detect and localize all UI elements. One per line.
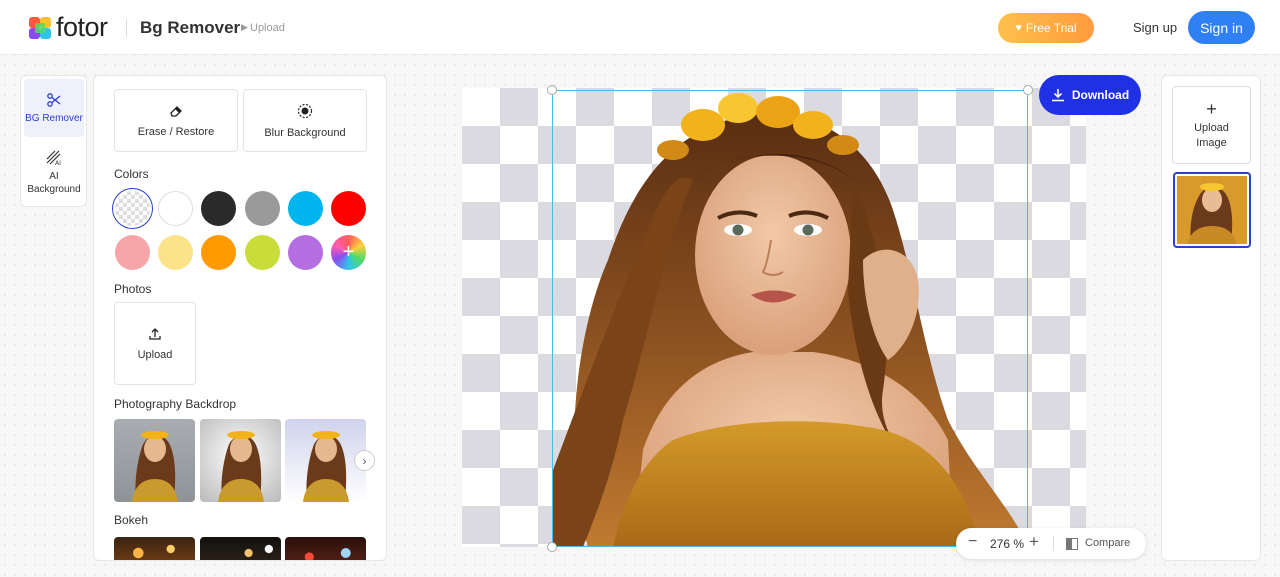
- bokeh-thumbnail[interactable]: [114, 537, 195, 560]
- resize-handle-top-right[interactable]: [1023, 85, 1033, 95]
- compare-icon: [1066, 538, 1078, 550]
- top-header: fotor Bg Remover ▶ Upload ♥ Free Trial S…: [0, 0, 1280, 55]
- free-trial-button[interactable]: ♥ Free Trial: [998, 13, 1094, 43]
- photos-heading: Photos: [114, 282, 152, 296]
- rail-item-bg-remover[interactable]: BG Remover: [24, 79, 84, 137]
- free-trial-label: Free Trial: [1025, 21, 1077, 35]
- selection-frame[interactable]: [552, 90, 1028, 547]
- color-swatch-white[interactable]: [158, 191, 193, 226]
- scissors-icon: [47, 92, 61, 107]
- download-icon: [1051, 89, 1064, 102]
- sign-in-button[interactable]: Sign in: [1188, 11, 1255, 44]
- breadcrumb[interactable]: Upload: [250, 22, 285, 34]
- header-divider: [126, 19, 127, 37]
- backdrop-portrait-image: [132, 431, 178, 502]
- bokeh-thumbnail[interactable]: [285, 537, 366, 560]
- download-label: Download: [1071, 88, 1130, 102]
- bokeh-thumbnail[interactable]: [200, 537, 281, 560]
- zoom-divider: [1053, 536, 1054, 551]
- backdrop-thumbnail[interactable]: [200, 419, 281, 502]
- compare-button[interactable]: Compare: [1085, 537, 1130, 549]
- backdrop-thumbnail[interactable]: [114, 419, 195, 502]
- upload-image-label: Image: [1196, 136, 1227, 149]
- color-swatch-red[interactable]: [331, 191, 366, 226]
- photo-upload-button[interactable]: Upload: [114, 302, 196, 385]
- zoom-out-icon[interactable]: −: [968, 533, 977, 551]
- erase-restore-label: Erase / Restore: [137, 125, 215, 138]
- colors-heading: Colors: [114, 167, 149, 181]
- erase-restore-button[interactable]: Erase / Restore: [114, 89, 238, 152]
- color-swatch-orange[interactable]: [201, 235, 236, 270]
- rail-item-ai-background[interactable]: AI AI Background: [24, 144, 84, 202]
- color-swatch-cyan[interactable]: [288, 191, 323, 226]
- brand-name[interactable]: fotor: [56, 12, 108, 43]
- chevron-right-icon[interactable]: ›: [354, 450, 375, 471]
- resize-handle-bottom-left[interactable]: [547, 542, 557, 552]
- upload-label: Upload: [137, 348, 173, 361]
- image-thumbnail-selected[interactable]: [1173, 172, 1251, 248]
- thumbnail-portrait-image: [1177, 176, 1247, 244]
- backdrop-portrait-image: [218, 431, 264, 502]
- blur-icon: [297, 103, 313, 118]
- breadcrumb-arrow-icon: ▶: [241, 22, 248, 32]
- resize-handle-top-left[interactable]: [547, 85, 557, 95]
- color-swatch-light-yellow[interactable]: [158, 235, 193, 270]
- color-swatch-transparent[interactable]: [115, 191, 150, 226]
- page-title: Bg Remover: [140, 18, 241, 37]
- options-panel: Erase / Restore Blur Background Colors +…: [93, 75, 387, 561]
- rail-item-label: BG Remover: [25, 112, 83, 124]
- blur-background-label: Blur Background: [264, 126, 346, 139]
- image-list-panel: + Upload Image: [1161, 75, 1261, 561]
- blur-background-button[interactable]: Blur Background: [243, 89, 367, 152]
- svg-text:AI: AI: [55, 160, 61, 166]
- upload-image-label: Upload: [1194, 121, 1229, 134]
- bokeh-heading: Bokeh: [114, 513, 149, 527]
- zoom-in-icon[interactable]: +: [1029, 532, 1039, 552]
- color-swatch-pink[interactable]: [115, 235, 150, 270]
- eraser-icon: [170, 105, 182, 117]
- color-swatch-purple[interactable]: [288, 235, 323, 270]
- tool-rail: BG Remover AI AI Background: [20, 75, 87, 207]
- upload-image-button[interactable]: + Upload Image: [1172, 86, 1251, 164]
- plus-icon: +: [1206, 98, 1217, 119]
- fotor-logo-icon[interactable]: [29, 17, 51, 39]
- color-swatch-black[interactable]: [201, 191, 236, 226]
- color-swatch-lime[interactable]: [245, 235, 280, 270]
- upload-icon: [149, 327, 161, 340]
- rail-item-label: AI Background: [27, 171, 81, 195]
- download-button[interactable]: Download: [1039, 75, 1141, 115]
- photography-backdrop-heading: Photography Backdrop: [114, 397, 237, 411]
- ai-pattern-icon: AI: [46, 150, 61, 166]
- zoom-level: 276 %: [990, 537, 1025, 551]
- sign-up-link[interactable]: Sign up: [1133, 20, 1177, 35]
- color-swatch-gray[interactable]: [245, 191, 280, 226]
- custom-color-plus-icon[interactable]: +: [331, 235, 366, 270]
- heart-icon: ♥: [1015, 22, 1022, 34]
- zoom-controls: − 276 % + Compare: [956, 528, 1146, 559]
